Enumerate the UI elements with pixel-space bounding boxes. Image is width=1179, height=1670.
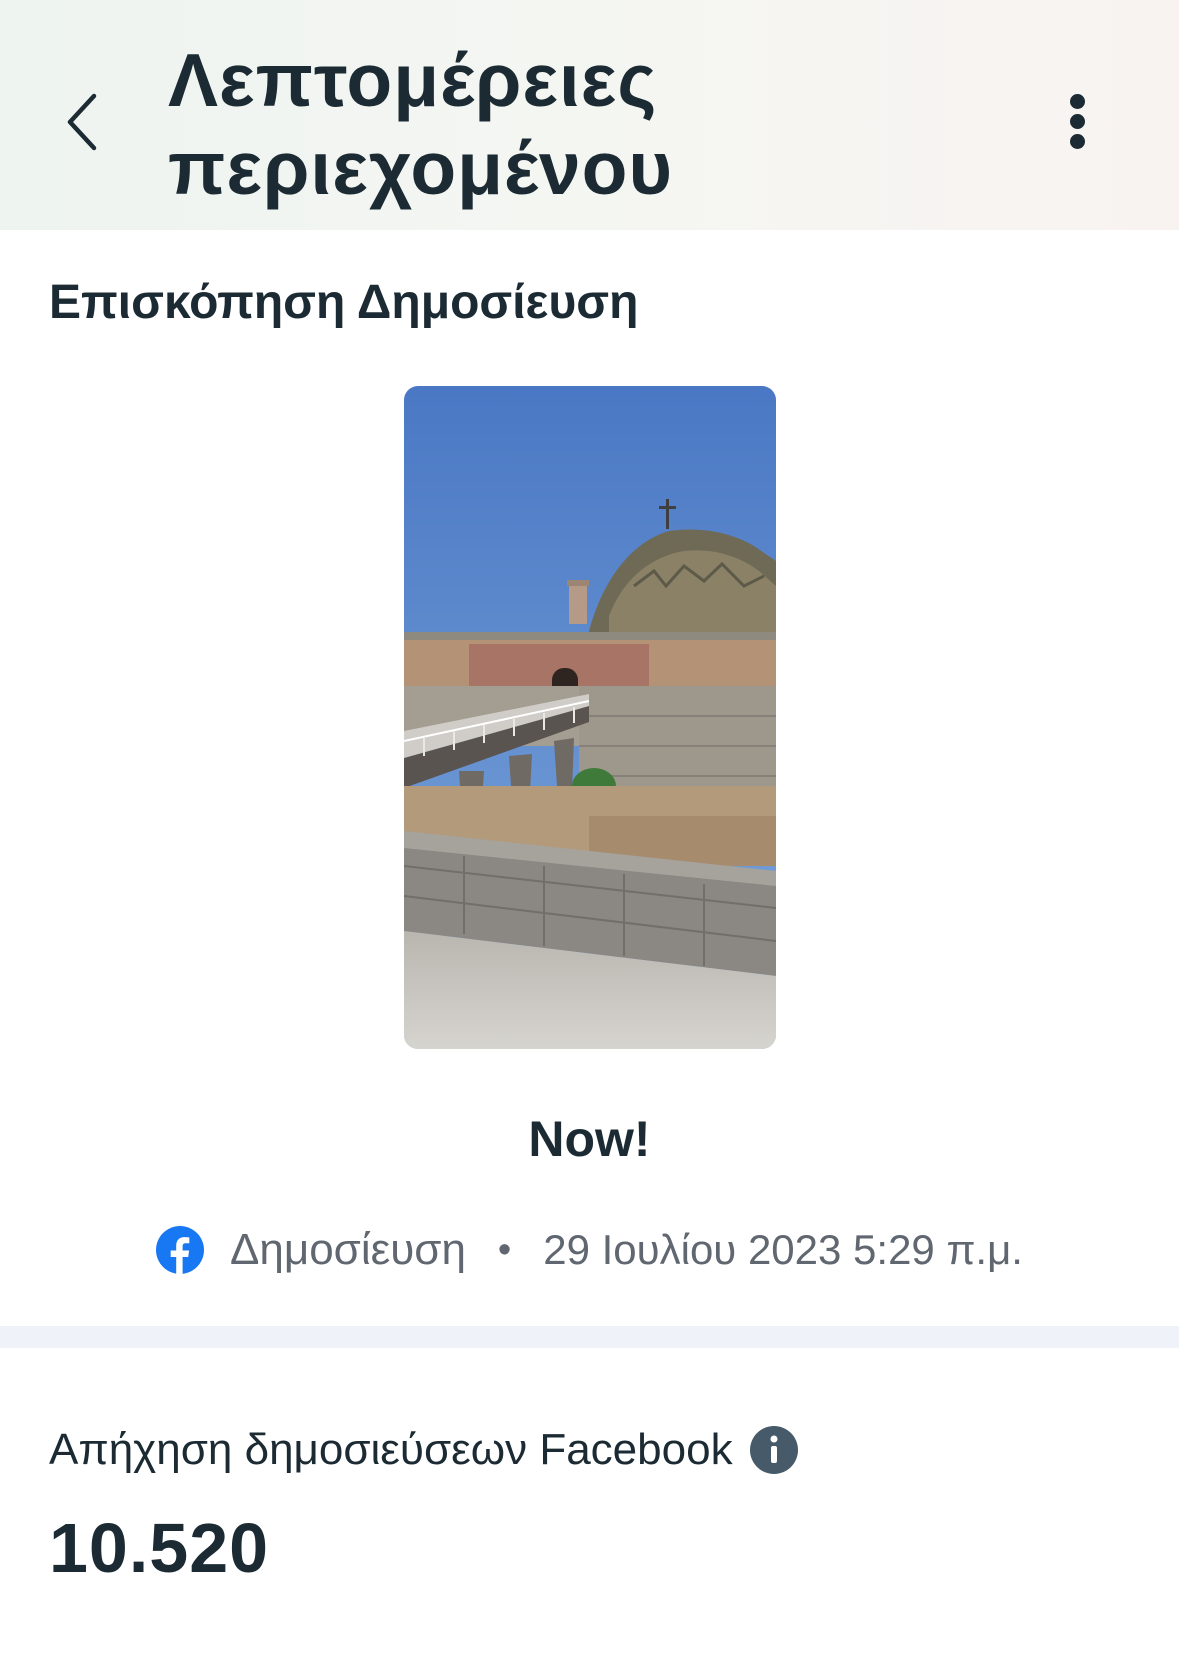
page-title: Λεπτομέρειες περιεχομένου (168, 38, 674, 210)
info-icon[interactable] (749, 1425, 799, 1475)
section-divider (0, 1326, 1179, 1348)
back-button[interactable] (56, 82, 116, 162)
post-thumbnail[interactable] (404, 386, 776, 1049)
post-type: Δημοσίευση (230, 1225, 466, 1274)
metric-label: Απήχηση δημοσιεύσεων Facebook (49, 1425, 733, 1474)
meta-separator: • (497, 1228, 512, 1271)
chevron-left-icon (67, 93, 97, 151)
more-options-button[interactable] (1054, 92, 1102, 152)
more-vertical-icon (1070, 94, 1085, 109)
post-image (404, 386, 776, 1049)
post-caption: Now! (528, 1111, 651, 1167)
post-meta: Δημοσίευση • 29 Ιουλίου 2023 5:29 π.μ. (0, 1220, 1179, 1280)
preview-heading: Επισκόπηση Δημοσίευση (49, 276, 639, 329)
top-app-bar: Λεπτομέρειες περιεχομένου (0, 0, 1179, 230)
metric-value: 10.520 (49, 1509, 270, 1587)
post-date: 29 Ιουλίου 2023 5:29 π.μ. (543, 1226, 1023, 1273)
facebook-icon (156, 1226, 204, 1274)
metric-header: Απήχηση δημοσιεύσεων Facebook (49, 1425, 799, 1475)
